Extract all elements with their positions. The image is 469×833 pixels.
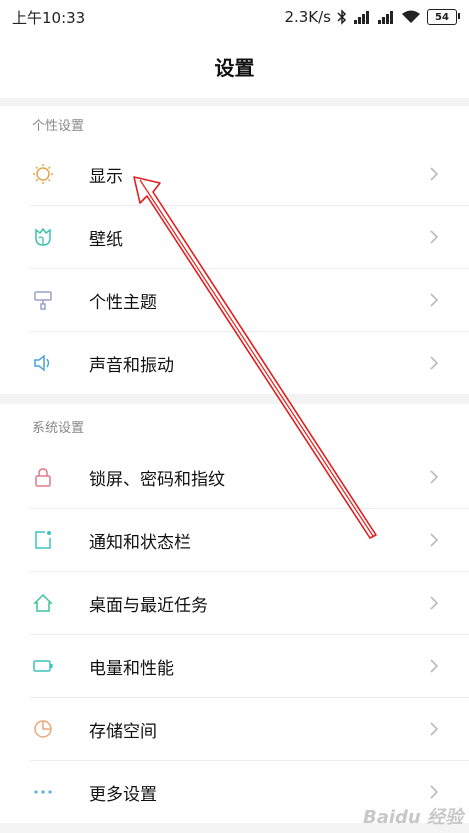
watermark-logo: Baidu 经验 [362, 807, 463, 828]
annotation-arrow [133, 176, 377, 539]
